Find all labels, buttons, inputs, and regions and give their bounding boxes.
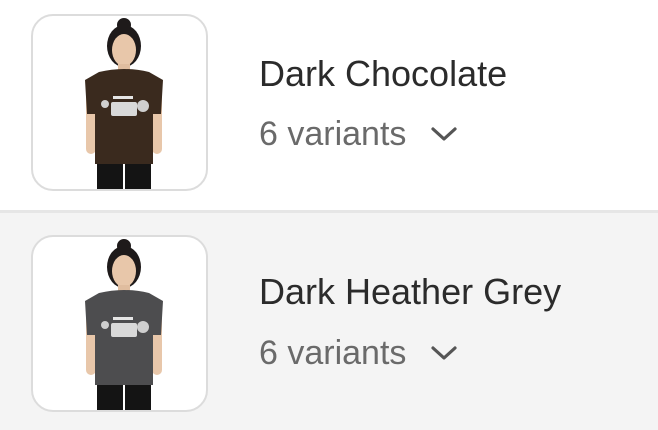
color-title: Dark Heather Grey — [259, 271, 562, 312]
color-title: Dark Chocolate — [259, 53, 508, 94]
product-thumbnail — [31, 14, 208, 191]
variants-count: 6 variants — [259, 334, 407, 372]
tshirt-model-image — [85, 239, 163, 410]
chevron-down-icon — [431, 346, 458, 360]
variants-count: 6 variants — [259, 115, 407, 153]
shirt-shape — [85, 290, 163, 385]
variants-toggle[interactable]: 6 variants — [259, 114, 458, 154]
chevron-down-icon — [431, 127, 458, 141]
color-row-dark-heather-grey[interactable]: Dark Heather Grey 6 variants — [0, 213, 658, 430]
variants-toggle[interactable]: 6 variants — [259, 333, 458, 373]
color-row-dark-chocolate[interactable]: Dark Chocolate 6 variants — [0, 0, 658, 210]
tshirt-model-image — [85, 18, 163, 189]
product-color-list: Dark Chocolate 6 variants Dark Heather G… — [0, 0, 658, 430]
product-thumbnail — [31, 235, 208, 412]
shirt-shape — [85, 69, 163, 164]
